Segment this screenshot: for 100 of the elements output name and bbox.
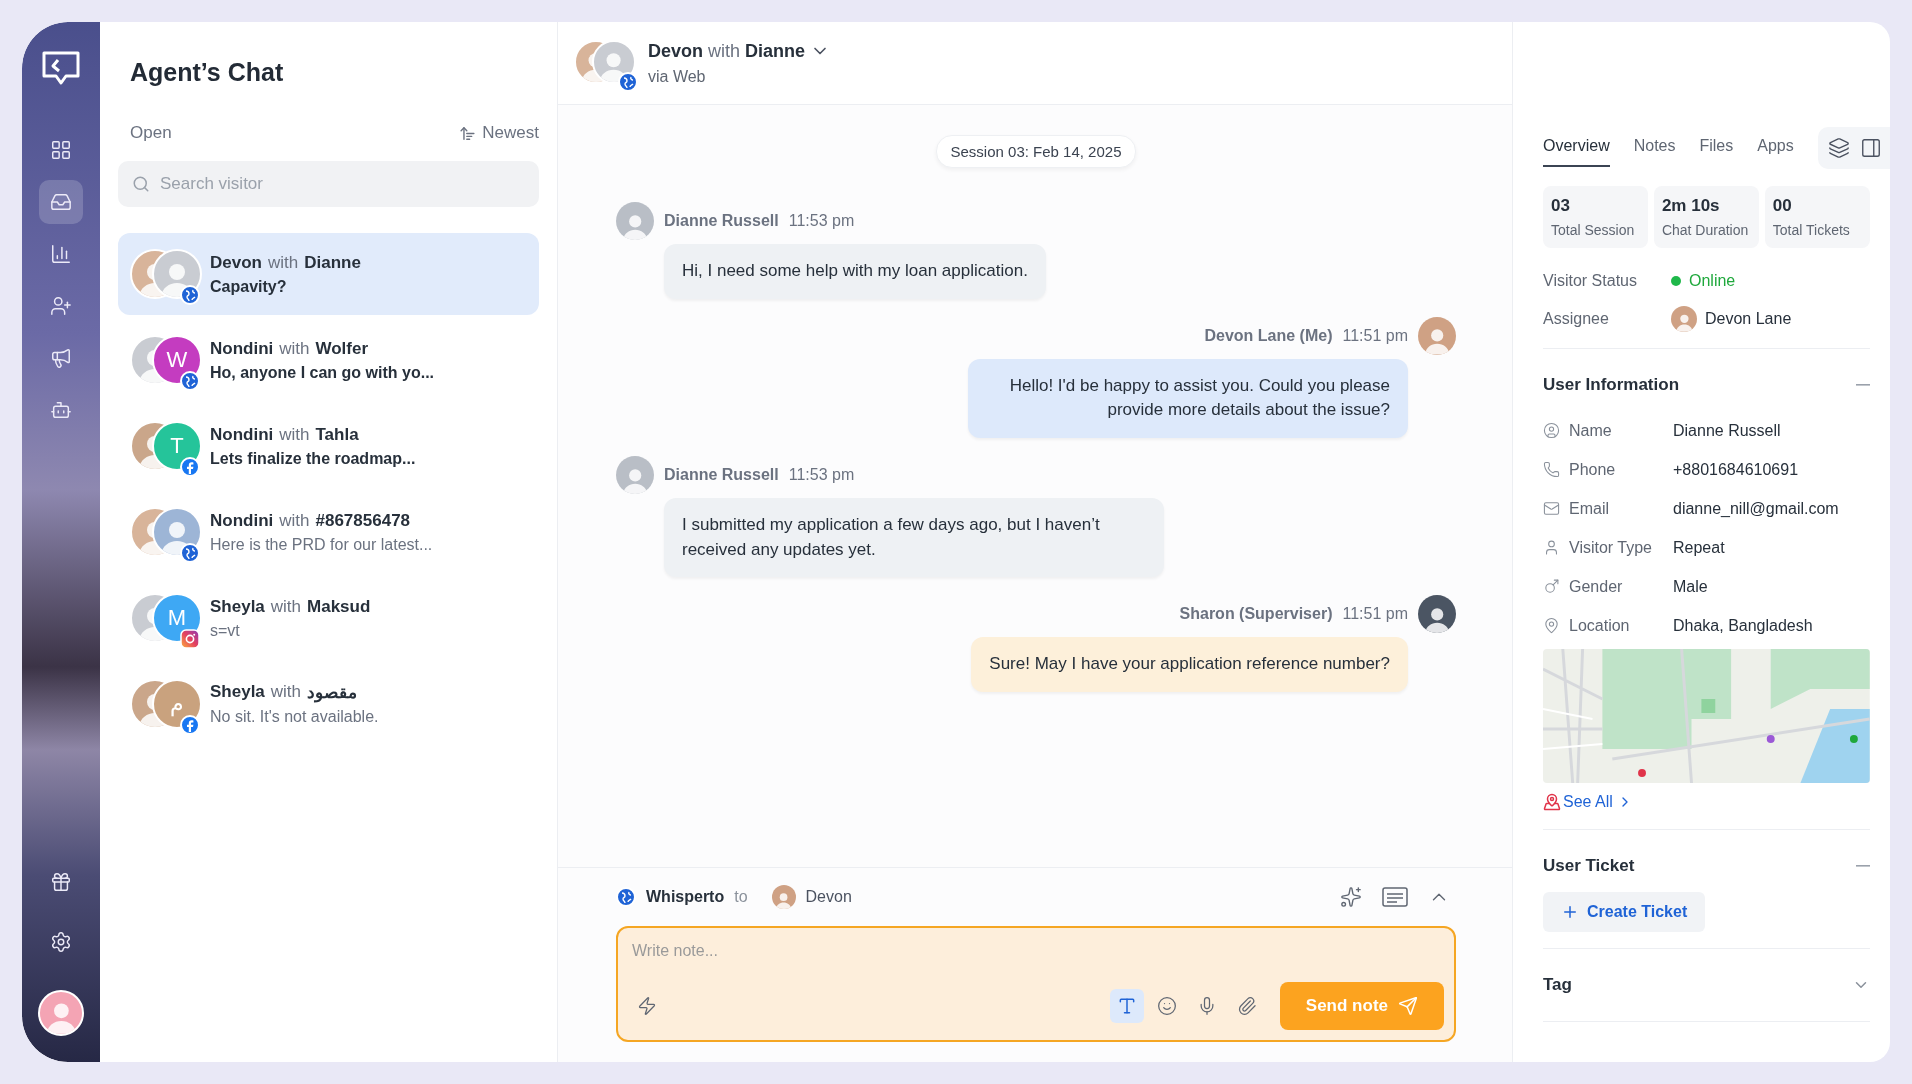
stat-label: Chat Duration [1661,222,1750,238]
conversation-item[interactable]: T Nondini with Tahla Lets finalize the roadmap... [118,405,539,487]
visitor-name: Dianne [745,40,806,62]
message-preview: s=vt [210,621,241,640]
megaphone-icon [50,347,72,369]
text-lines-icon [1382,887,1408,907]
create-ticket-button[interactable]: Create Ticket [1543,892,1706,932]
message-preview: Capavity? [210,277,288,296]
grid-icon [50,139,72,161]
filter-label: Open [130,123,172,143]
panel-tab[interactable]: Notes [1633,129,1676,167]
assignee-avatar [1671,306,1697,332]
inbox-icon [50,191,72,213]
sender-avatar [1418,595,1456,634]
sender-avatar [616,202,654,240]
message-preview: No sit. It's not available. [210,708,379,726]
field-value: Dhaka, Bangladesh [1673,616,1814,635]
note-field[interactable]: Write note... [630,940,1444,972]
search-field[interactable]: Search visitor [118,161,539,207]
agent-name: Nondini [210,424,274,445]
message-time: 11:53 pm [788,465,855,484]
see-all-link[interactable]: See All [1563,793,1633,811]
mail-icon [1543,500,1560,517]
section-title: User Ticket [1543,856,1635,876]
section-title: User Information [1543,375,1680,395]
side-panel-icon [1859,137,1882,159]
sender-name: Devon Lane (Me) [1204,326,1333,345]
with-label: with [708,40,741,62]
info-label: Visitor Status [1543,272,1638,290]
male-icon [1543,578,1560,595]
minus-icon [1855,865,1870,867]
send-icon [1398,996,1418,1016]
recipient-avatar [771,885,796,909]
recipient-name[interactable]: Devon [805,888,852,906]
sort-icon [459,124,477,142]
agent-name: Sheyla [210,682,265,703]
mode-label[interactable]: Whisperto [646,888,725,906]
with-label: with [279,338,310,359]
message-time: 11:53 pm [788,212,855,230]
field-value: Dianne Russell [1673,421,1782,440]
gift-icon [50,871,72,893]
stat-label: Total Session [1551,222,1636,238]
with-label: with [279,424,310,445]
assignee-name: Devon Lane [1705,310,1792,328]
visitor-name: Maksud [307,596,371,617]
sparkle-icon [1340,886,1362,908]
visitor-name: Tahla [315,424,359,445]
agent-name: Sheyla [210,596,265,617]
field-value: Repeat [1673,538,1726,557]
settings-icon [50,931,72,953]
conversation-item[interactable]: M Sheyla with Maksud s=vt [118,577,539,659]
agent-name: Nondini [210,338,274,359]
agent-name: Devon [210,252,262,273]
bar-chart-icon [50,243,72,265]
paperclip-icon [1236,996,1257,1016]
field-label: Phone [1569,460,1617,479]
sender-name: Sharon (Superviser) [1179,605,1333,624]
status-value: Online [1689,272,1736,290]
to-label: to [734,888,748,906]
minus-icon [1855,384,1870,386]
conversation-item[interactable]: W Nondini with Wolfer Ho, anyone I can go with yo... [118,319,539,401]
sort-button[interactable]: Newest [459,123,539,143]
lightning-icon [637,996,657,1016]
user-icon [1543,539,1560,556]
field-label: Email [1569,499,1610,518]
message-time: 11:51 pm [1342,326,1408,345]
sender-avatar [616,455,654,494]
message-bubble: Sure! May I have your application reference number? [971,637,1408,692]
text-format-button[interactable] [1109,989,1144,1023]
field-label: Gender [1569,577,1624,596]
message-preview: Lets finalize the roadmap... [210,449,416,468]
panel-tab[interactable]: Apps [1757,129,1794,167]
stat-value: 03 [1551,196,1571,216]
field-value: +8801684610691 [1673,460,1800,479]
plus-icon [1561,903,1579,921]
sender-avatar [1418,316,1456,355]
channel-source: via Web [648,67,707,86]
globe-badge-icon [616,887,636,907]
message-bubble: Hi, I need some help with my loan application. [664,244,1046,299]
message-time: 11:51 pm [1342,605,1408,624]
phone-icon [1543,461,1560,478]
layers-icon [1827,137,1850,159]
conversation-item[interactable]: Nondini with #867856478 Here is the PRD for our latest... [118,491,539,573]
stat-label: Total Tickets [1772,222,1851,238]
with-label: with [270,682,302,703]
logo-icon [41,50,81,86]
info-label: Assignee [1543,310,1610,328]
nav-button[interactable] [39,180,83,224]
section-title: Tag [1543,975,1572,995]
visitor-name: Dianne [304,252,361,273]
message-bubble: Hello! I'd be happy to assist you. Could you please provide more details about the issue? [968,358,1408,438]
message-preview: Ho, anyone I can go with yo... [210,363,435,382]
panel-tab[interactable]: Overview [1543,129,1610,167]
panel-title: Agent’s Chat [130,58,285,87]
sender-name: Dianne Russell [664,465,779,484]
panel-tab[interactable]: Files [1699,129,1734,167]
conversation-item[interactable]: Devon with Dianne Capavity? [118,233,539,315]
add-user-icon [50,295,72,317]
agent-name: Devon [648,40,703,62]
user-avatar[interactable] [38,990,84,1036]
